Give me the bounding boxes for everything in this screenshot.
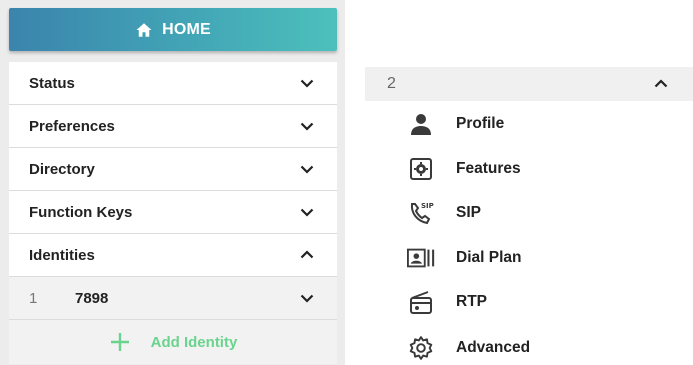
menu-item-dial-plan[interactable]: Dial Plan (407, 241, 521, 275)
chevron-down-icon (299, 118, 315, 134)
nav-item-preferences[interactable]: Preferences (9, 105, 337, 148)
nav-item-function-keys[interactable]: Function Keys (9, 191, 337, 234)
home-label: HOME (162, 20, 211, 38)
chevron-down-icon (299, 161, 315, 177)
add-identity-button[interactable]: Add Identity (9, 320, 337, 364)
identity-detail-index: 2 (387, 75, 396, 92)
plus-icon (109, 331, 131, 353)
identity-index: 1 (29, 289, 38, 307)
menu-item-label: Advanced (456, 339, 531, 356)
menu-item-label: RTP (456, 293, 487, 310)
menu-item-label: SIP (456, 204, 481, 221)
dial-plan-icon (407, 244, 435, 272)
menu-item-features[interactable]: Features (407, 152, 521, 186)
identity-item[interactable]: 1 7898 (9, 277, 337, 320)
menu-item-sip[interactable]: SIP SIP (407, 196, 481, 230)
menu-item-label: Features (456, 160, 521, 177)
radio-icon (407, 288, 435, 316)
nav-item-status[interactable]: Status (9, 62, 337, 105)
navigation-menu: Status Preferences Directory Function Ke… (9, 62, 337, 364)
chevron-down-icon (299, 204, 315, 220)
home-button[interactable]: HOME (9, 8, 337, 51)
identity-detail-header[interactable]: 2 (365, 67, 693, 101)
sip-phone-icon: SIP (407, 199, 435, 227)
nav-item-label: Identities (29, 246, 95, 264)
identity-extension: 7898 (75, 289, 109, 307)
chevron-down-icon (299, 290, 315, 306)
person-icon (407, 110, 435, 138)
home-icon (135, 21, 153, 39)
menu-item-advanced[interactable]: Advanced (407, 331, 530, 365)
nav-item-label: Function Keys (29, 203, 133, 221)
menu-item-label: Profile (456, 115, 505, 132)
nav-item-label: Directory (29, 160, 95, 178)
add-identity-label: Add Identity (150, 333, 238, 351)
nav-item-label: Preferences (29, 117, 115, 135)
chevron-up-icon (299, 247, 315, 263)
chevron-up-icon (653, 76, 669, 92)
svg-text:SIP: SIP (421, 202, 434, 210)
chevron-down-icon (299, 75, 315, 91)
nav-item-label: Status (29, 74, 75, 92)
features-gear-icon (407, 155, 435, 183)
nav-item-identities[interactable]: Identities (9, 234, 337, 277)
gear-icon (407, 334, 435, 362)
menu-item-rtp[interactable]: RTP (407, 285, 487, 319)
menu-item-profile[interactable]: Profile (407, 107, 504, 141)
nav-item-directory[interactable]: Directory (9, 148, 337, 191)
menu-item-label: Dial Plan (456, 249, 522, 266)
